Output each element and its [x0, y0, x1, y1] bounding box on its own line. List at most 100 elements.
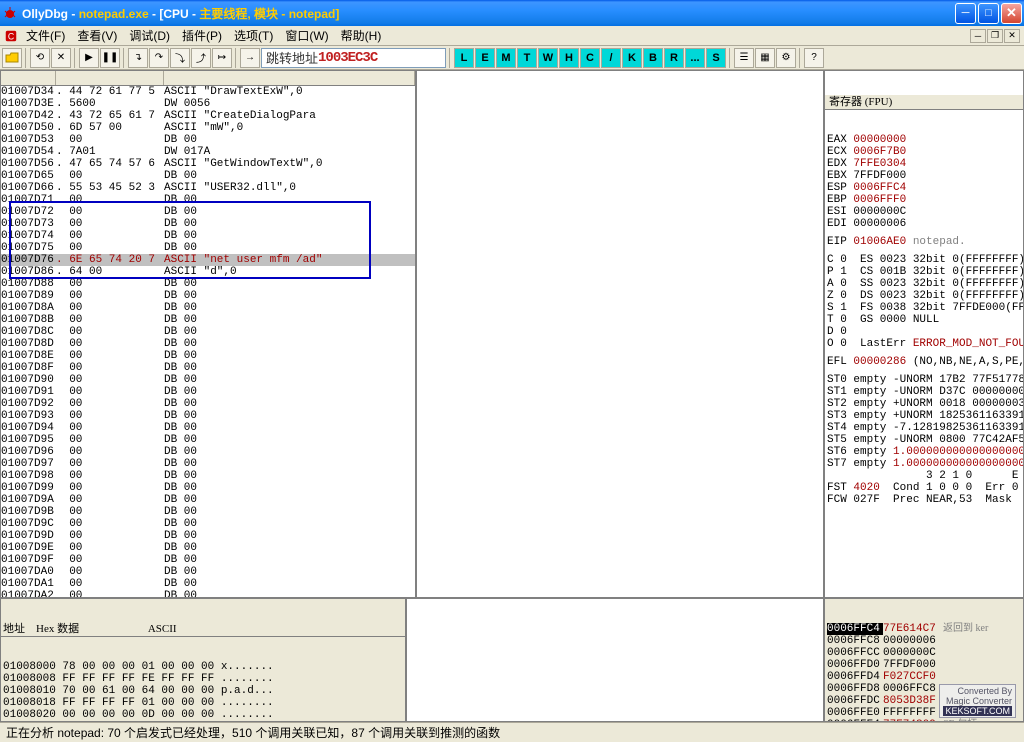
disasm-row[interactable]: 01007D50. 6D 57 00ASCII "mW",0 — [1, 122, 415, 134]
fpu-line[interactable]: ST4 empty -7.128198253611633918e — [827, 422, 1021, 434]
step-over-button[interactable]: ↷ — [149, 48, 169, 68]
disasm-row[interactable]: 01007DA0 00DB 00 — [1, 566, 415, 578]
options-settings-button[interactable]: ⚙ — [776, 48, 796, 68]
disasm-row[interactable]: 01007D56. 47 65 74 57 6ASCII "GetWindowT… — [1, 158, 415, 170]
menu-1[interactable]: 查看(V) — [71, 25, 123, 46]
dump-row[interactable]: 01008000 78 00 00 00 01 00 00 00 x......… — [3, 661, 403, 673]
disasm-row[interactable]: 01007D8C 00DB 00 — [1, 326, 415, 338]
close-debug-button[interactable]: ✕ — [51, 48, 71, 68]
flag-line[interactable]: O 0 LastErr ERROR_MOD_NOT_FOUND — [827, 338, 1021, 350]
disasm-row[interactable]: 01007D75 00DB 00 — [1, 242, 415, 254]
toolbar-h-button[interactable]: H — [559, 48, 579, 68]
run-button[interactable]: ▶ — [79, 48, 99, 68]
help-button[interactable]: ? — [804, 48, 824, 68]
toolbar-r-button[interactable]: R — [664, 48, 684, 68]
pause-button[interactable]: ❚❚ — [100, 48, 120, 68]
dump-row[interactable]: 01008018 FF FF FF FF 01 00 00 00 .......… — [3, 697, 403, 709]
toolbar-b-button[interactable]: B — [643, 48, 663, 68]
stack-row[interactable]: 0006FFE477E74809SE 句柄 — [827, 719, 1021, 722]
register-ebp[interactable]: EBP 0006FFF0 — [827, 194, 1021, 206]
close-button[interactable]: ✕ — [1001, 3, 1022, 24]
fpu-line[interactable]: ST2 empty +UNORM 0018 00000003 73 — [827, 398, 1021, 410]
toolbar-l-button[interactable]: L — [454, 48, 474, 68]
flag-line[interactable]: D 0 — [827, 326, 1021, 338]
mdi-close-button[interactable]: ✕ — [1004, 29, 1020, 43]
disasm-row[interactable]: 01007D94 00DB 00 — [1, 422, 415, 434]
fpu-line[interactable]: ST1 empty -UNORM D37C 00000000 00 — [827, 386, 1021, 398]
disasm-row[interactable]: 01007D34. 44 72 61 77 5ASCII "DrawTextEx… — [1, 86, 415, 98]
disassembly-pane[interactable]: 01007D34. 44 72 61 77 5ASCII "DrawTextEx… — [0, 70, 416, 598]
register-edx[interactable]: EDX 7FFE0304 — [827, 158, 1021, 170]
register-esi[interactable]: ESI 0000000C — [827, 206, 1021, 218]
disasm-row[interactable]: 01007D89 00DB 00 — [1, 290, 415, 302]
goto-button[interactable]: → — [240, 48, 260, 68]
disasm-row[interactable]: 01007D86. 64 00ASCII "d",0 — [1, 266, 415, 278]
disasm-row[interactable]: 01007D9D 00DB 00 — [1, 530, 415, 542]
info-pane[interactable] — [416, 70, 824, 598]
disasm-row[interactable]: 01007D54. 7A01DW 017A — [1, 146, 415, 158]
register-esp[interactable]: ESP 0006FFC4 — [827, 182, 1021, 194]
disasm-row[interactable]: 01007D8F 00DB 00 — [1, 362, 415, 374]
flag-line[interactable]: P 1 CS 001B 32bit 0(FFFFFFFF) — [827, 266, 1021, 278]
dump-row[interactable]: 01008020 00 00 00 00 0D 00 00 00 .......… — [3, 709, 403, 721]
toolbar-w-button[interactable]: W — [538, 48, 558, 68]
disasm-row[interactable]: 01007D9B 00DB 00 — [1, 506, 415, 518]
efl-line[interactable]: EFL 00000286 (NO,NB,NE,A,S,PE,L,L — [827, 356, 1021, 368]
disasm-row[interactable]: 01007D73 00DB 00 — [1, 218, 415, 230]
flag-line[interactable]: A 0 SS 0023 32bit 0(FFFFFFFF) — [827, 278, 1021, 290]
disasm-row[interactable]: 01007DA1 00DB 00 — [1, 578, 415, 590]
disasm-row[interactable]: 01007D8B 00DB 00 — [1, 314, 415, 326]
mdi-minimize-button[interactable]: ─ — [970, 29, 986, 43]
disasm-row[interactable]: 01007D42. 43 72 65 61 7ASCII "CreateDial… — [1, 110, 415, 122]
disasm-row[interactable]: 01007D88 00DB 00 — [1, 278, 415, 290]
disasm-row[interactable]: 01007D9F 00DB 00 — [1, 554, 415, 566]
stack-row[interactable]: 0006FFD4F027CCF0 — [827, 671, 1021, 683]
fst-line[interactable]: FST 4020 Cond 1 0 0 0 Err 0 0 — [827, 482, 1021, 494]
menu-0[interactable]: 文件(F) — [20, 25, 71, 46]
toolbar-/-button[interactable]: / — [601, 48, 621, 68]
disasm-row[interactable]: 01007D93 00DB 00 — [1, 410, 415, 422]
flag-line[interactable]: C 0 ES 0023 32bit 0(FFFFFFFF) — [827, 254, 1021, 266]
disasm-row[interactable]: 01007D71 00DB 00 — [1, 194, 415, 206]
disasm-row[interactable]: 01007D76. 6E 65 74 20 7ASCII "net user m… — [1, 254, 415, 266]
restart-button[interactable]: ⟲ — [30, 48, 50, 68]
execute-till-return-button[interactable]: ↦ — [212, 48, 232, 68]
disasm-row[interactable]: 01007D8E 00DB 00 — [1, 350, 415, 362]
dump-row[interactable]: 01008028 95 01 00 00 2C 01 00 00 ....,..… — [3, 721, 403, 722]
menu-4[interactable]: 选项(T) — [228, 25, 279, 46]
step-into-button[interactable]: ↴ — [128, 48, 148, 68]
mdi-restore-button[interactable]: ❐ — [987, 29, 1003, 43]
stack-row[interactable]: 0006FFC800000006 — [827, 635, 1021, 647]
menu-6[interactable]: 帮助(H) — [335, 25, 388, 46]
menu-2[interactable]: 调试(D) — [123, 25, 176, 46]
disasm-row[interactable]: 01007DA2 00DB 00 — [1, 590, 415, 598]
flag-line[interactable]: S 1 FS 0038 32bit 7FFDE000(FFF) — [827, 302, 1021, 314]
toolbar-s-button[interactable]: S — [706, 48, 726, 68]
fst-line[interactable]: FCW 027F Prec NEAR,53 Mask — [827, 494, 1021, 506]
flag-line[interactable]: T 0 GS 0000 NULL — [827, 314, 1021, 326]
trace-over-button[interactable]: ⤴ — [191, 48, 211, 68]
disasm-row[interactable]: 01007D91 00DB 00 — [1, 386, 415, 398]
toolbar-...-button[interactable]: ... — [685, 48, 705, 68]
fpu-line[interactable]: ST5 empty -UNORM 0800 77C42AF5 77 — [827, 434, 1021, 446]
minimize-button[interactable]: ─ — [955, 3, 976, 24]
register-eip[interactable]: EIP 01006AE0 notepad. — [827, 236, 1021, 248]
flag-line[interactable]: Z 0 DS 0023 32bit 0(FFFFFFFF) — [827, 290, 1021, 302]
register-eax[interactable]: EAX 00000000 — [827, 134, 1021, 146]
options-list-button[interactable]: ☰ — [734, 48, 754, 68]
dump-row[interactable]: 01008010 70 00 61 00 64 00 00 00 p.a.d..… — [3, 685, 403, 697]
stack-row[interactable]: 0006FFCC0000000C — [827, 647, 1021, 659]
address-input[interactable]: 跳转地址1003EC3C — [261, 48, 446, 68]
trace-into-button[interactable]: ⤵ — [170, 48, 190, 68]
fpu-line[interactable]: ST3 empty +UNORM 182536116339180e — [827, 410, 1021, 422]
stack-row[interactable]: 0006FFD07FFDF000 — [827, 659, 1021, 671]
fpu-line[interactable]: ST0 empty -UNORM 17B2 77F51778 7 — [827, 374, 1021, 386]
disasm-row[interactable]: 01007D98 00DB 00 — [1, 470, 415, 482]
disasm-row[interactable]: 01007D8A 00DB 00 — [1, 302, 415, 314]
disasm-row[interactable]: 01007D74 00DB 00 — [1, 230, 415, 242]
stack-row[interactable]: 0006FFC477E614C7返回到 ker — [827, 623, 1021, 635]
toolbar-c-button[interactable]: C — [580, 48, 600, 68]
fpu-line[interactable]: ST6 empty 1.0000000000000000000 — [827, 446, 1021, 458]
toolbar-e-button[interactable]: E — [475, 48, 495, 68]
disasm-row[interactable]: 01007D66. 55 53 45 52 3ASCII "USER32.dll… — [1, 182, 415, 194]
